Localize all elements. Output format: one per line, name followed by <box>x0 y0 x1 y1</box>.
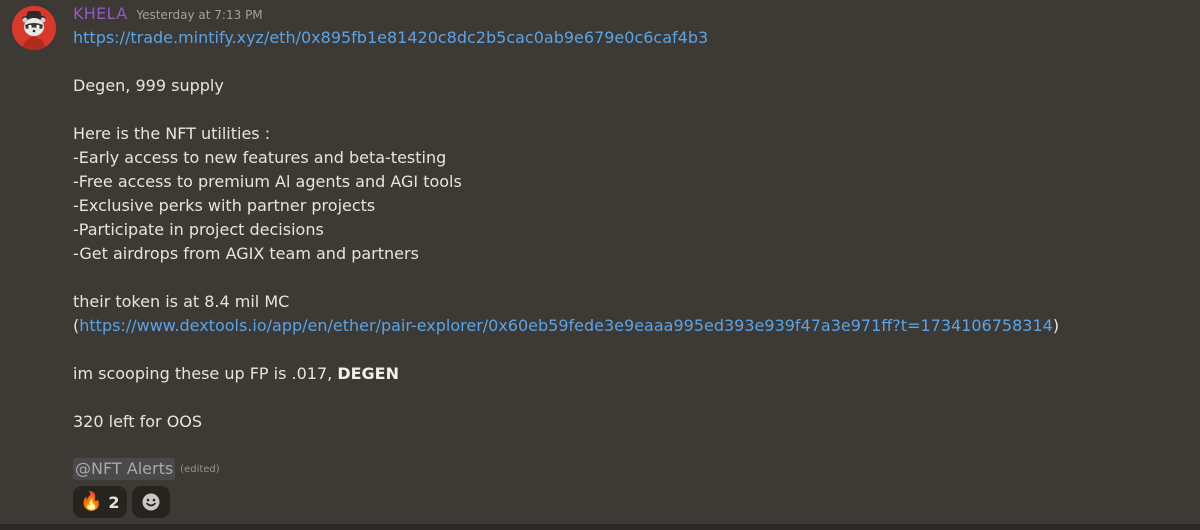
dextools-link[interactable]: https://www.dextools.io/app/en/ether/pai… <box>79 316 1053 335</box>
reactions-bar: 🔥 2 <box>73 486 170 518</box>
bottom-divider <box>0 524 1200 530</box>
raccoon-avatar-icon <box>12 6 56 50</box>
username[interactable]: KHELA <box>73 4 127 23</box>
mention-row: @NFT Alerts (edited) <box>73 457 220 481</box>
fire-icon: 🔥 <box>80 491 103 512</box>
chat-message: KHELA Yesterday at 7:13 PM https://trade… <box>0 0 1200 530</box>
utility-item: -Exclusive perks with partner projects <box>73 196 376 215</box>
timestamp[interactable]: Yesterday at 7:13 PM <box>136 8 262 22</box>
utility-item: -Early access to new features and beta-t… <box>73 148 447 167</box>
utility-item: -Participate in project decisions <box>73 220 324 239</box>
token-text: their token is at 8.4 mil MC <box>73 292 290 311</box>
message-header: KHELA Yesterday at 7:13 PM <box>73 4 263 26</box>
utility-item: -Get airdrops from AGIX team and partner… <box>73 244 419 263</box>
oos-text: 320 left for OOS <box>73 412 203 431</box>
add-reaction-button[interactable] <box>131 486 170 518</box>
reaction-fire[interactable]: 🔥 2 <box>73 486 127 518</box>
utilities-heading: Here is the NFT utilities : <box>73 124 271 143</box>
trade-link[interactable]: https://trade.mintify.xyz/eth/0x895fb1e8… <box>73 28 708 47</box>
scoop-line: im scooping these up FP is .017, DEGEN <box>73 362 1183 386</box>
paren-close: ) <box>1052 316 1060 335</box>
role-mention[interactable]: @NFT Alerts <box>73 458 176 480</box>
supply-text: Degen, 999 supply <box>73 76 224 95</box>
degen-bold-text: DEGEN <box>337 364 399 383</box>
edited-label[interactable]: (edited) <box>180 464 220 475</box>
message-content: https://trade.mintify.xyz/eth/0x895fb1e8… <box>73 26 1183 434</box>
reaction-count: 2 <box>108 492 120 512</box>
dextools-line: (https://www.dextools.io/app/en/ether/pa… <box>73 314 1183 338</box>
smiley-icon <box>142 493 160 511</box>
utility-item: -Free access to premium Al agents and AG… <box>73 172 462 191</box>
avatar[interactable] <box>12 6 56 50</box>
scoop-text: im scooping these up FP is .017, <box>73 364 338 383</box>
